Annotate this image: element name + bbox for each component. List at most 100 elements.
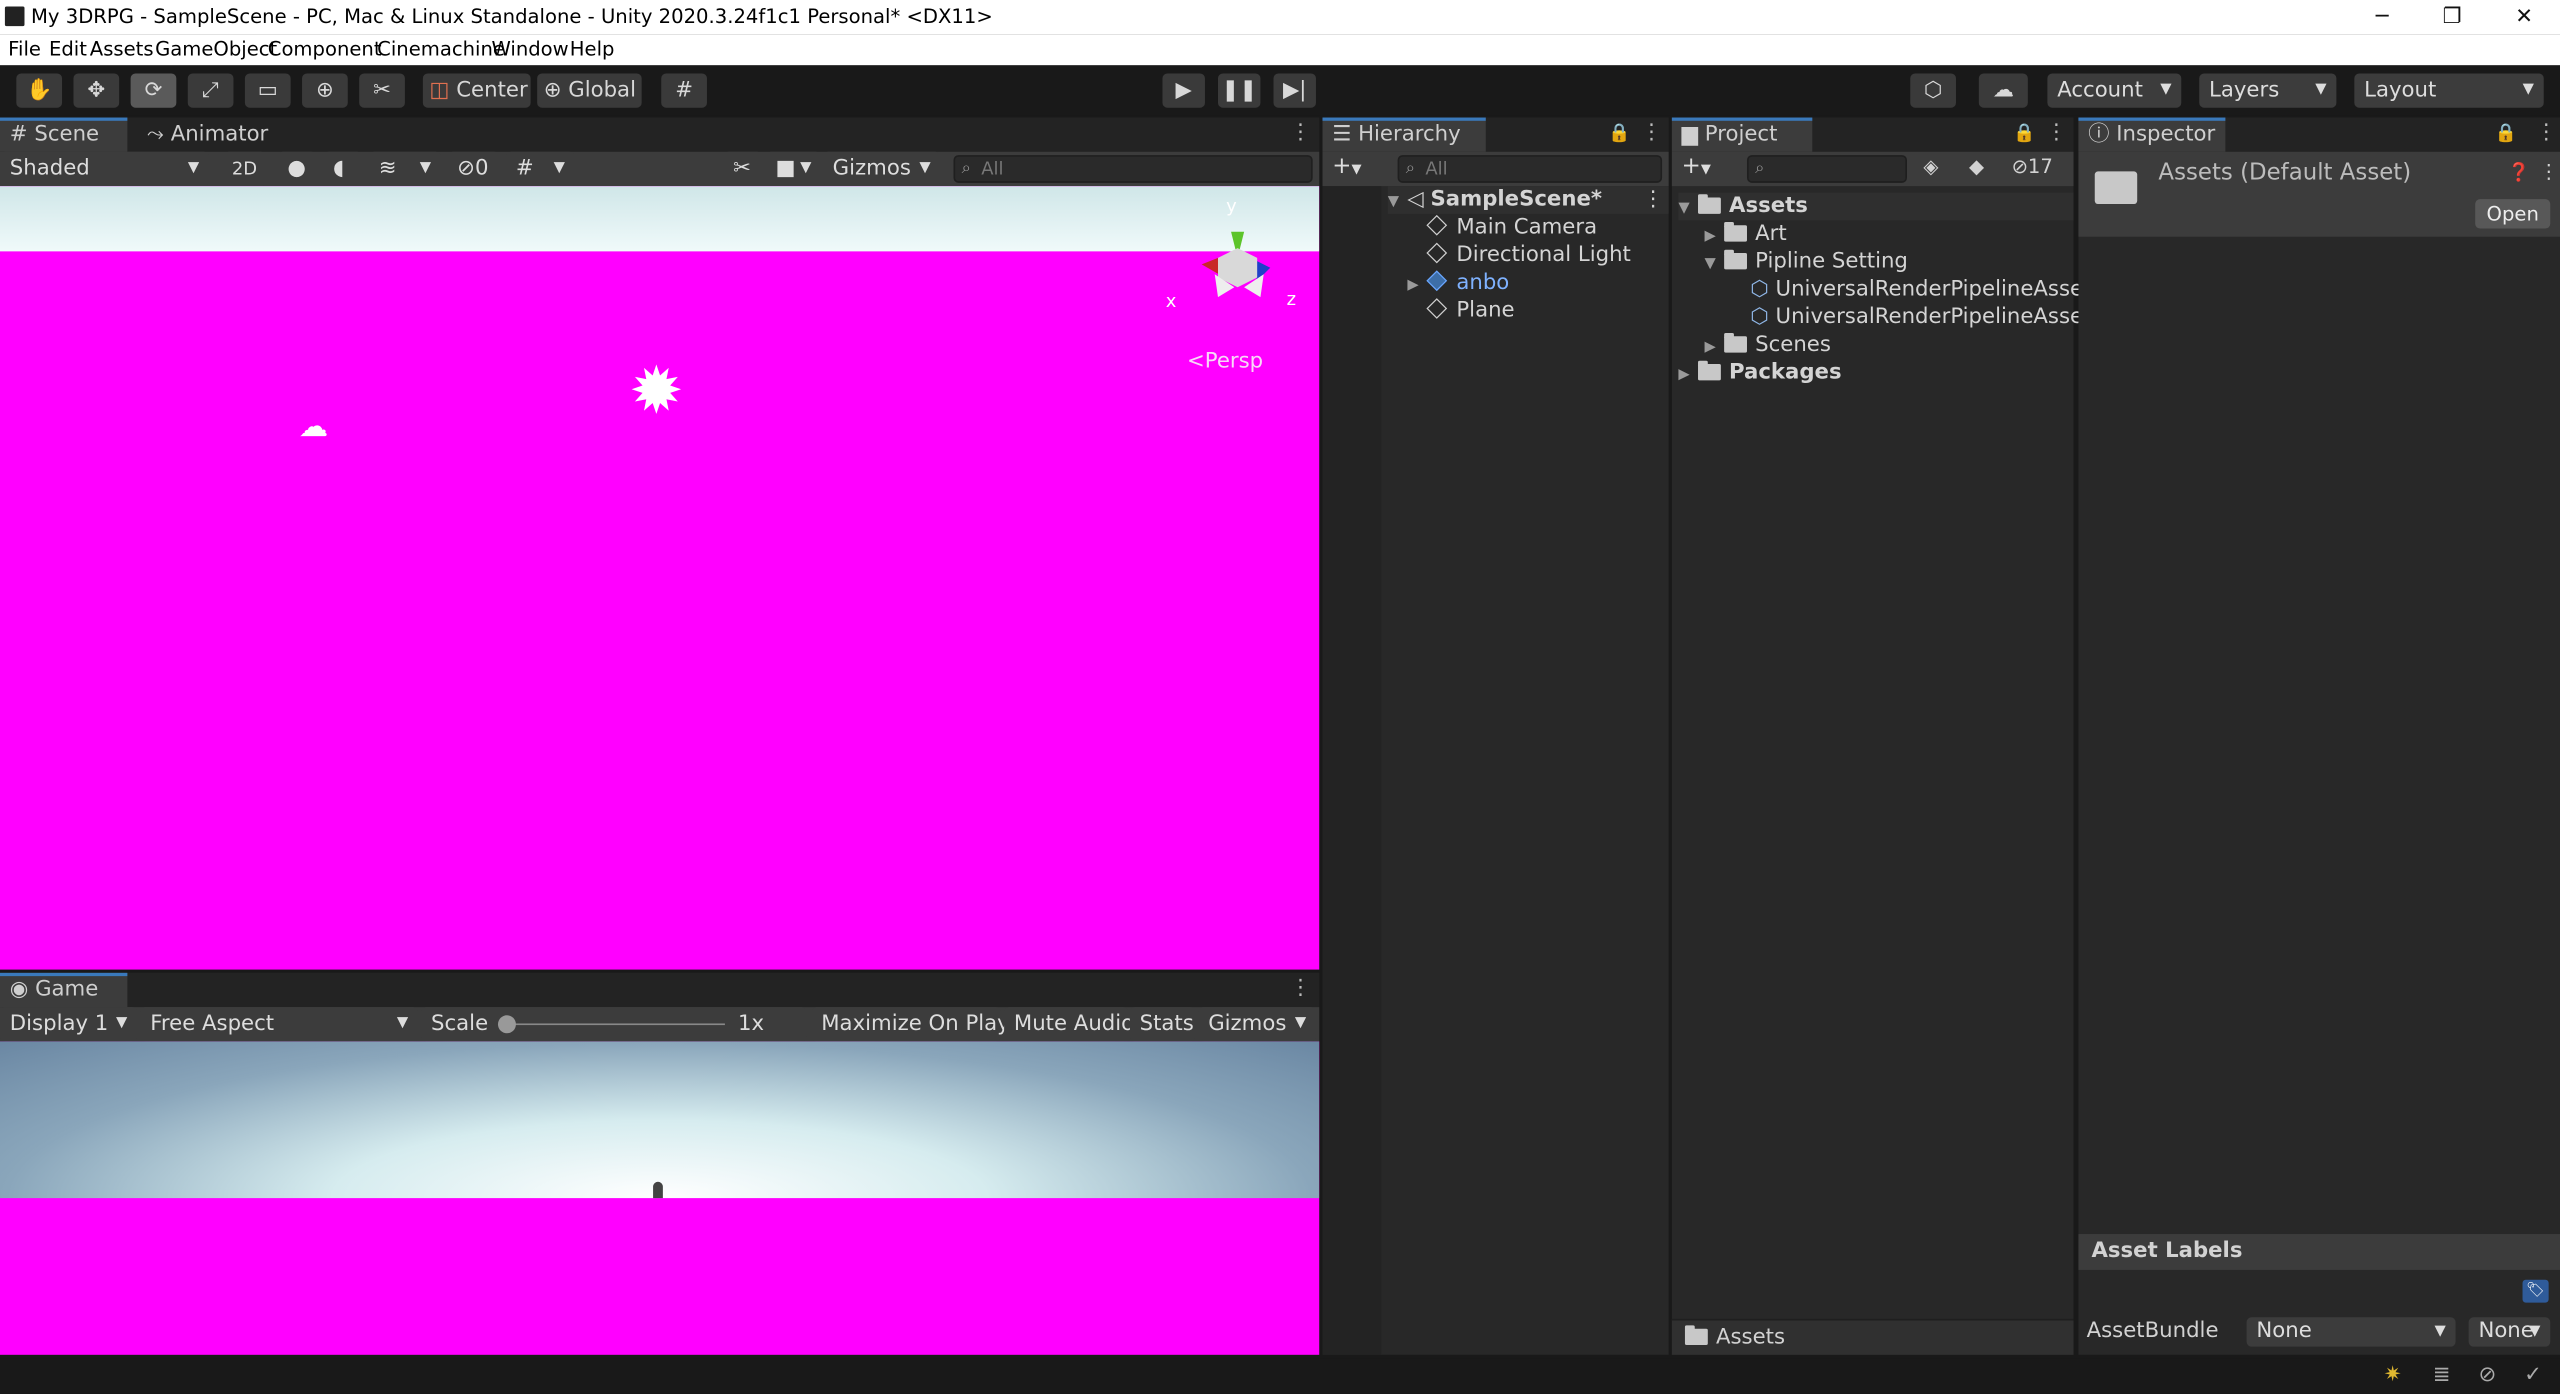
bug-icon[interactable]: ✷ — [2384, 1363, 2402, 1387]
custom-tool-button[interactable]: ✂ — [359, 73, 405, 108]
orientation-gizmo[interactable]: y x z — [1166, 196, 1306, 336]
hierarchy-menu-icon[interactable]: ⋮ — [1641, 121, 1662, 145]
stats-toggle[interactable]: Stats — [1129, 1007, 1196, 1042]
scene-viewport[interactable]: ☁ ✹ y x z <Persp — [0, 186, 1320, 970]
create-add-button[interactable]: +▼ — [1332, 153, 1361, 179]
project-tree-assets[interactable]: ▼ Assets — [1678, 192, 2074, 224]
tab-hierarchy[interactable]: ☰ Hierarchy — [1322, 117, 1486, 152]
project-tree-scenes[interactable]: ▶ Scenes — [1705, 331, 1831, 359]
camera-dropdown[interactable]: ■ ▼ — [765, 151, 822, 187]
tab-animator[interactable]: ⤳ Animator — [137, 118, 284, 152]
grid-dropdown[interactable]: # ▼ — [506, 151, 575, 187]
search-by-label-icon[interactable]: ◆ — [1969, 155, 1984, 178]
move-tool-button[interactable]: ✥ — [73, 73, 120, 108]
search-by-type-icon[interactable]: ◈ — [1923, 155, 1938, 178]
game-gizmos-dropdown[interactable]: Gizmos ▼ — [1198, 1007, 1316, 1042]
hierarchy-item-main-camera[interactable]: Main Camera — [1426, 214, 1597, 242]
maximize-on-play-toggle[interactable]: Maximize On Play — [811, 1007, 1010, 1042]
game-viewport[interactable] — [0, 1041, 1320, 1355]
mute-audio-toggle[interactable]: Mute Audio — [1004, 1007, 1134, 1042]
menu-help[interactable]: Help — [570, 38, 615, 61]
lock-icon[interactable]: 🔒 — [2495, 122, 2517, 143]
project-breadcrumb[interactable]: Assets — [1671, 1318, 2074, 1355]
cache-server-icon[interactable]: ≣ — [2433, 1363, 2451, 1387]
shading-dropdown[interactable]: Shaded ▼ — [0, 151, 209, 187]
scene-root-row[interactable]: ▼ ◁ SampleScene* ⋮ — [1387, 186, 1669, 214]
tab-scene[interactable]: # Scene — [0, 117, 128, 152]
menu-window[interactable]: Window — [491, 38, 568, 61]
rotate-tool-button[interactable]: ⟳ — [130, 73, 177, 108]
hierarchy-item-plane[interactable]: Plane — [1426, 297, 1515, 325]
scale-slider-thumb[interactable] — [497, 1015, 516, 1034]
scene-search-input[interactable]: All — [953, 155, 1313, 183]
project-menu-icon[interactable]: ⋮ — [2046, 121, 2067, 145]
audio-toggle[interactable]: ◖ — [323, 151, 363, 187]
effects-dropdown[interactable]: ≋ ▼ — [368, 151, 441, 187]
project-tree-urp-asset-1[interactable]: ⬡ UniversalRenderPipelineAsset — [1750, 276, 2091, 304]
close-button[interactable]: ✕ — [2488, 0, 2560, 34]
expand-arrow-icon[interactable]: ▼ — [1705, 251, 1725, 279]
expand-arrow-icon[interactable]: ▼ — [1678, 196, 1698, 224]
project-tree-pipline-setting[interactable]: ▼ Pipline Setting — [1705, 248, 1908, 276]
expand-arrow-icon[interactable]: ▶ — [1678, 362, 1698, 390]
lock-icon[interactable]: 🔒 — [2013, 122, 2035, 143]
play-button[interactable]: ▶ — [1162, 73, 1205, 108]
persp-toggle[interactable]: <Persp — [1187, 349, 1263, 373]
hand-tool-button[interactable]: ✋ — [16, 73, 63, 108]
transform-tool-button[interactable]: ⊕ — [302, 73, 348, 108]
tab-inspector[interactable]: ⓘ Inspector — [2078, 117, 2226, 152]
display-dropdown[interactable]: Display 1 ▼ — [0, 1007, 138, 1042]
grid-snap-button[interactable]: # — [661, 73, 707, 108]
menu-cinemachine[interactable]: Cinemachine — [377, 38, 505, 61]
lighting-toggle[interactable]: ● — [277, 151, 317, 187]
mode-2d-toggle[interactable]: 2D — [223, 151, 267, 187]
scale-tool-button[interactable]: ⤢ — [187, 73, 234, 108]
help-icon[interactable]: ❓ — [2508, 162, 2530, 183]
game-menu-icon[interactable]: ⋮ — [1290, 976, 1311, 1000]
open-button[interactable]: Open — [2475, 199, 2551, 229]
pivot-center-button[interactable]: ◫ Center — [422, 73, 531, 108]
step-button[interactable]: ▶| — [1273, 73, 1316, 108]
account-dropdown[interactable]: Account ▼ — [2047, 73, 2182, 108]
hierarchy-item-anbo[interactable]: ▶ anbo — [1407, 269, 1509, 297]
gizmos-dropdown[interactable]: Gizmos ▼ — [822, 151, 941, 187]
scale-slider-track[interactable] — [502, 1023, 725, 1026]
layout-dropdown[interactable]: Layout ▼ — [2354, 73, 2544, 108]
tab-project[interactable]: ▆ Project — [1671, 117, 1813, 152]
restore-button[interactable]: ❐ — [2416, 0, 2488, 34]
tab-game[interactable]: ◉ Game — [0, 972, 128, 1008]
project-tree-urp-asset-2[interactable]: ⬡ UniversalRenderPipelineAsset — [1750, 304, 2091, 332]
hidden-packages-toggle[interactable]: ⊘17 — [2011, 155, 2052, 178]
pivot-global-button[interactable]: ⊕ Global — [537, 73, 642, 108]
hierarchy-search-input[interactable]: All — [1397, 155, 1663, 183]
cloud-button[interactable]: ☁ — [1978, 73, 2028, 108]
menu-gameobject[interactable]: GameObject — [155, 38, 277, 61]
minimize-button[interactable]: ─ — [2346, 0, 2418, 34]
tools-toggle[interactable]: ✂ — [723, 151, 763, 187]
settings-menu-icon[interactable]: ⋮ — [2539, 160, 2559, 183]
assetbundle-variant-dropdown[interactable]: None ▼ — [2468, 1317, 2551, 1347]
camera-gizmo-icon[interactable]: ☁ — [299, 410, 328, 444]
hidden-objects-toggle[interactable]: ⊘0 — [447, 151, 500, 187]
scene-menu-icon[interactable]: ⋮ — [1290, 121, 1311, 145]
auto-generate-lighting-icon[interactable]: ⊘ — [2478, 1363, 2496, 1387]
project-search-input[interactable] — [1746, 155, 1907, 183]
menu-component[interactable]: Component — [268, 38, 382, 61]
label-tag-icon[interactable]: 🏷 — [2522, 1279, 2549, 1303]
aspect-dropdown[interactable]: Free Aspect ▼ — [140, 1007, 418, 1042]
lock-icon[interactable]: 🔒 — [1608, 122, 1630, 143]
scene-row-menu-icon[interactable]: ⋮ — [1642, 186, 1663, 214]
collab-button[interactable]: ⬡ — [1910, 73, 1956, 108]
inspector-menu-icon[interactable]: ⋮ — [2536, 121, 2557, 145]
expand-arrow-icon[interactable]: ▶ — [1407, 273, 1427, 301]
project-create-button[interactable]: +▼ — [1682, 153, 1711, 179]
progress-check-icon[interactable]: ✓ — [2524, 1363, 2542, 1387]
menu-edit[interactable]: Edit — [49, 38, 87, 61]
assetbundle-dropdown[interactable]: None ▼ — [2246, 1317, 2456, 1347]
rect-tool-button[interactable]: ▭ — [244, 73, 291, 108]
layers-dropdown[interactable]: Layers ▼ — [2199, 73, 2337, 108]
hierarchy-item-directional-light[interactable]: Directional Light — [1426, 242, 1631, 270]
project-tree-art[interactable]: ▶ Art — [1705, 220, 1787, 248]
menu-assets[interactable]: Assets — [90, 38, 154, 61]
sun-gizmo-icon[interactable]: ✹ — [617, 353, 695, 431]
